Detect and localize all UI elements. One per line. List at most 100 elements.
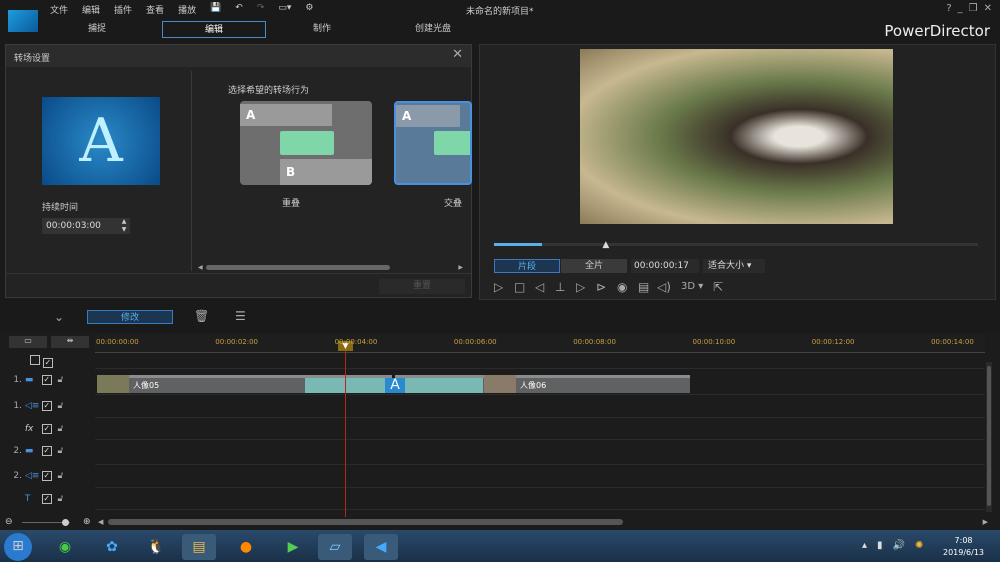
aspect-ratio-icon[interactable]: ▭▾ (278, 3, 291, 16)
clip-mode-tab[interactable]: 片段 (494, 259, 560, 273)
stop-icon[interactable]: □ (514, 280, 525, 294)
taskbar-app-powerdirector[interactable]: ◀ (364, 534, 398, 560)
scrubber-handle[interactable]: ▲ (602, 240, 609, 250)
menu-play[interactable]: 播放 (178, 3, 196, 16)
track-row[interactable] (95, 418, 985, 440)
dropdown-circle-icon[interactable]: ⌄ (54, 310, 64, 324)
fast-forward-icon[interactable]: ⊳ (596, 280, 606, 294)
track-row[interactable] (95, 395, 985, 418)
taskbar-app-notes[interactable]: ▱ (318, 534, 352, 560)
master-checkbox[interactable]: ✓ (42, 358, 53, 368)
zoom-fit-dropdown[interactable]: 适合大小 ▾ (703, 259, 765, 273)
ruler-tick: 00:00:06:00 (453, 338, 497, 346)
volume-icon[interactable]: 🔊 (893, 540, 905, 551)
playhead-line[interactable] (345, 351, 346, 517)
menu-view[interactable]: 查看 (146, 3, 164, 16)
reset-button[interactable]: 重置 (379, 279, 465, 294)
lock-icon[interactable]: 🔓︎ (57, 471, 63, 481)
close-icon[interactable]: ✕ (984, 3, 992, 14)
movie-mode-tab[interactable]: 全片 (561, 259, 627, 273)
zoom-out-icon[interactable]: ⊖ (5, 517, 13, 527)
close-icon[interactable]: ✕ (452, 47, 463, 62)
tab-create-disc[interactable]: 创建光盘 (381, 21, 485, 38)
more-tools-icon[interactable]: ☰ (235, 309, 246, 323)
minimize-icon[interactable]: _ (958, 3, 963, 14)
track-row[interactable] (95, 488, 985, 510)
behavior-label: 选择希望的转场行为 (228, 86, 310, 96)
battery-icon[interactable]: ▮ (877, 540, 883, 551)
track-b: B (280, 159, 372, 185)
dialog-header: 转场设置 ✕ (6, 45, 471, 67)
tab-capture[interactable]: 捕捉 (45, 21, 149, 38)
start-button[interactable]: ⊞ (4, 533, 32, 561)
lock-icon[interactable]: 🔓︎ (57, 446, 63, 456)
volume-icon[interactable]: ◁) (657, 280, 671, 294)
zoom-slider[interactable] (22, 519, 70, 526)
clock[interactable]: 7:08 2019/6/13 (943, 535, 984, 559)
brand-name: PowerDirector (884, 22, 990, 40)
track-number: 1. (13, 401, 22, 411)
taskbar-app-explorer[interactable]: ▤ (182, 534, 216, 560)
previous-frame-icon[interactable]: ◁ (535, 280, 544, 294)
ruler-tick: 00:00:00:00 (96, 338, 139, 346)
trash-icon[interactable]: 🗑 (194, 309, 209, 323)
track-enable-checkbox[interactable]: ✓ (41, 401, 52, 411)
transition-icon[interactable]: A (385, 378, 405, 393)
taskbar-app-qq[interactable]: 🐧 (139, 534, 173, 560)
track-manager-icon[interactable]: ▭ (9, 336, 47, 348)
clock-time: 7:08 (954, 536, 973, 545)
duration-stepper[interactable]: ▲ ▼ (118, 218, 130, 234)
taskbar-app-media[interactable]: ▶ (276, 534, 310, 560)
timeline-scrollbar[interactable]: ◀ ▶ (98, 518, 988, 526)
track-enable-checkbox[interactable]: ✓ (41, 446, 52, 456)
subtitle-icon[interactable]: ▤ (638, 280, 649, 294)
save-icon[interactable]: 💾 (210, 3, 221, 16)
taskbar-app-firefox[interactable]: ● (229, 534, 263, 560)
track-row[interactable] (95, 440, 985, 465)
track-row[interactable] (95, 465, 985, 488)
undo-icon[interactable]: ↶ (235, 3, 243, 16)
lock-icon[interactable]: 🔓︎ (57, 401, 63, 411)
window-controls: ? _ ❐ ✕ (946, 3, 992, 14)
menu-plugins[interactable]: 插件 (114, 3, 132, 16)
preview-scrubber[interactable] (494, 243, 978, 246)
fit-timeline-icon[interactable]: ⇹ (51, 336, 89, 348)
tray-expand-icon[interactable]: ▴ (862, 540, 867, 551)
lock-icon[interactable]: 🔓︎ (57, 424, 63, 434)
duration-input[interactable]: 00:00:03:00 (42, 218, 118, 234)
modify-button[interactable]: 修改 (87, 310, 173, 324)
option-cross[interactable]: A (394, 101, 472, 185)
track-enable-checkbox[interactable]: ✓ (41, 375, 52, 385)
next-frame-icon[interactable]: ▷ (576, 280, 585, 294)
snapshot-icon[interactable]: ◉ (617, 280, 627, 294)
lock-icon[interactable]: 🔓︎ (57, 494, 63, 504)
help-icon[interactable]: ? (946, 3, 951, 14)
redo-icon[interactable]: ↷ (257, 3, 265, 16)
track-enable-checkbox[interactable]: ✓ (41, 424, 52, 434)
vertical-scrollbar[interactable] (986, 362, 992, 512)
zoom-in-icon[interactable]: ⊕ (83, 517, 91, 527)
taskbar-app-360[interactable]: ◉ (48, 534, 82, 560)
restore-icon[interactable]: ❐ (969, 3, 978, 14)
tab-edit[interactable]: 编辑 (162, 21, 266, 38)
track-header: 1. ▬ ✓ 🔓︎ (8, 375, 92, 385)
undock-icon[interactable]: ⇱ (713, 280, 723, 294)
option-overlap[interactable]: A B (240, 101, 372, 185)
horizontal-scrollbar[interactable]: ◀ ▶ (198, 264, 463, 271)
3d-mode-dropdown[interactable]: 3D ▾ (681, 281, 703, 292)
menu-file[interactable]: 文件 (50, 3, 68, 16)
timecode-display[interactable]: 00:00:00:17 (631, 259, 699, 273)
network-icon[interactable]: ✺ (915, 540, 923, 551)
track-header: fx ✓ 🔓︎ (8, 424, 92, 434)
track-number: 2. (13, 446, 22, 456)
menu-edit[interactable]: 编辑 (82, 3, 100, 16)
tab-produce[interactable]: 制作 (270, 21, 374, 38)
split-icon[interactable]: ⊥ (555, 280, 565, 294)
track-enable-checkbox[interactable]: ✓ (41, 494, 52, 504)
settings-icon[interactable]: ⚙ (305, 3, 313, 16)
transition-settings-dialog: 转场设置 ✕ A 持续时间 00:00:03:00 ▲ ▼ 选择希望的转场行为 A… (5, 44, 472, 298)
play-icon[interactable]: ▷ (494, 280, 503, 294)
taskbar-app-browser[interactable]: ✿ (95, 534, 129, 560)
lock-icon[interactable]: 🔓︎ (57, 375, 63, 385)
track-enable-checkbox[interactable]: ✓ (41, 471, 52, 481)
